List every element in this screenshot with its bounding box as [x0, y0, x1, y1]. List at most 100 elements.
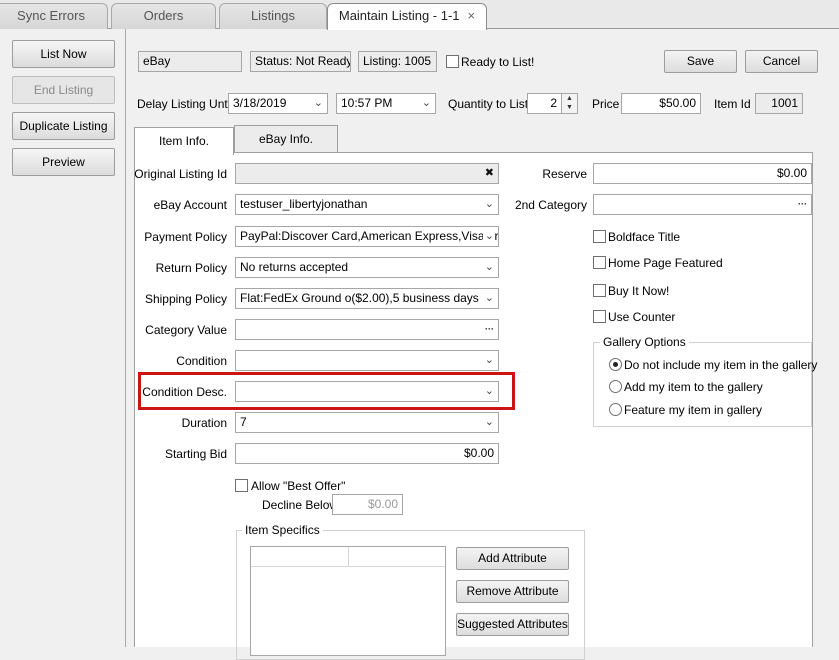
tab-ebay-info[interactable]: eBay Info.: [234, 125, 338, 152]
starting-bid-label: Starting Bid: [164, 447, 227, 461]
tab-label: Sync Errors: [17, 8, 85, 23]
condition-label: Condition: [176, 354, 227, 368]
delay-time-picker[interactable]: 10:57 PM ⌄: [336, 93, 436, 114]
column-divider: [348, 547, 349, 567]
duplicate-listing-button[interactable]: Duplicate Listing: [12, 112, 115, 140]
buy-it-now-checkbox[interactable]: [593, 284, 606, 297]
delay-time-value: 10:57 PM: [341, 96, 393, 110]
stepper-down-icon[interactable]: ▼: [562, 103, 577, 112]
tab-label: Orders: [143, 8, 184, 23]
decline-below-label: Decline Below: [262, 498, 339, 512]
return-policy-select[interactable]: No returns accepted ⌄: [235, 257, 499, 278]
tab-label: Listings: [250, 8, 296, 23]
save-button[interactable]: Save: [664, 50, 737, 73]
chevron-down-icon: ⌄: [421, 97, 431, 109]
second-category-field[interactable]: ···: [593, 194, 812, 215]
reserve-label: Reserve: [542, 167, 587, 181]
gallery-options-title: Gallery Options: [600, 335, 689, 349]
chevron-down-icon: ⌄: [484, 416, 494, 428]
allow-best-offer-label: Allow "Best Offer": [251, 479, 346, 493]
item-id-field: 1001: [755, 93, 803, 114]
payment-policy-label: Payment Policy: [144, 230, 227, 244]
duration-label: Duration: [181, 416, 227, 430]
highlight-box: [138, 372, 515, 410]
ellipsis-icon[interactable]: ···: [485, 320, 494, 339]
ebay-account-value: testuser_libertyjonathan: [240, 197, 368, 211]
listing-number-field: Listing: 1005: [358, 51, 437, 72]
status-field: Status: Not Ready: [250, 51, 351, 72]
return-policy-label: Return Policy: [155, 261, 227, 275]
item-specifics-table[interactable]: [250, 546, 446, 656]
tab-strip: Sync Errors Orders Listings Maintain Lis…: [0, 0, 839, 30]
gallery-radio-none[interactable]: [609, 358, 622, 371]
starting-bid-field[interactable]: $0.00: [235, 443, 499, 464]
buy-it-now-label: Buy It Now!: [608, 284, 670, 298]
channel-field: eBay: [138, 51, 242, 72]
original-listing-id-field[interactable]: ✖: [235, 163, 499, 184]
shipping-policy-label: Shipping Policy: [144, 292, 227, 306]
list-now-button[interactable]: List Now: [12, 40, 115, 68]
allow-best-offer-checkbox[interactable]: [235, 479, 248, 492]
item-id-label: Item Id: [714, 97, 751, 111]
ebay-account-label: eBay Account: [153, 198, 227, 212]
preview-button[interactable]: Preview: [12, 148, 115, 176]
ellipsis-icon[interactable]: ···: [798, 195, 807, 214]
quantity-label: Quantity to List: [448, 97, 529, 111]
price-label: Price: [592, 97, 620, 111]
original-listing-id-label: Original Listing Id: [134, 167, 227, 181]
close-icon[interactable]: ×: [468, 8, 476, 23]
chevron-down-icon: ⌄: [482, 227, 494, 246]
decline-below-field[interactable]: $0.00: [332, 494, 403, 515]
tab-item-info[interactable]: Item Info.: [134, 127, 234, 155]
cancel-button[interactable]: Cancel: [745, 50, 818, 73]
ready-to-list-checkbox[interactable]: [446, 55, 459, 68]
action-pane: List Now End Listing Duplicate Listing P…: [0, 29, 126, 647]
stepper-up-icon[interactable]: ▲: [562, 94, 577, 103]
duration-value: 7: [240, 415, 247, 429]
gallery-option-label: Add my item to the gallery: [624, 380, 763, 394]
tab-listings[interactable]: Listings: [219, 3, 327, 29]
price-field[interactable]: $50.00: [621, 93, 701, 114]
home-page-featured-checkbox[interactable]: [593, 256, 606, 269]
quantity-value: 2: [550, 96, 557, 110]
stepper-buttons[interactable]: ▲ ▼: [561, 94, 577, 113]
return-policy-value: No returns accepted: [240, 260, 349, 274]
use-counter-label: Use Counter: [608, 310, 676, 324]
chevron-down-icon: ⌄: [484, 354, 494, 366]
tab-label: Maintain Listing - 1-1: [338, 8, 460, 23]
use-counter-checkbox[interactable]: [593, 310, 606, 323]
second-category-label: 2nd Category: [514, 198, 587, 212]
boldface-title-checkbox[interactable]: [593, 230, 606, 243]
boldface-title-label: Boldface Title: [608, 230, 681, 244]
shipping-policy-value: Flat:FedEx Ground o($2.00),5 business da…: [240, 291, 479, 305]
delay-listing-label: Delay Listing Until: [137, 97, 234, 111]
chevron-down-icon: ⌄: [482, 289, 494, 308]
category-value-label: Category Value: [145, 323, 227, 337]
gallery-radio-add[interactable]: [609, 380, 622, 393]
category-value-field[interactable]: ···: [235, 319, 499, 340]
item-specifics-title: Item Specifics: [242, 523, 323, 537]
chevron-down-icon: ⌄: [313, 97, 323, 109]
payment-policy-value: PayPal:Discover Card,American Express,Vi…: [240, 229, 499, 243]
home-page-featured-label: Home Page Featured: [608, 256, 723, 270]
duration-select[interactable]: 7 ⌄: [235, 412, 499, 433]
delay-date-value: 3/18/2019: [233, 96, 287, 110]
reserve-field[interactable]: $0.00: [593, 163, 812, 184]
gallery-option-label: Do not include my item in the gallery: [624, 358, 818, 372]
ready-to-list-label: Ready to List!: [461, 55, 535, 69]
payment-policy-select[interactable]: PayPal:Discover Card,American Express,Vi…: [235, 226, 499, 247]
shipping-policy-select[interactable]: Flat:FedEx Ground o($2.00),5 business da…: [235, 288, 499, 309]
ebay-account-select[interactable]: testuser_libertyjonathan ⌄: [235, 194, 499, 215]
end-listing-button[interactable]: End Listing: [12, 76, 115, 104]
gallery-option-label: Feature my item in gallery: [624, 403, 763, 417]
tab-sync-errors[interactable]: Sync Errors: [0, 3, 108, 29]
chevron-down-icon: ⌄: [484, 261, 494, 273]
gallery-radio-feature[interactable]: [609, 403, 622, 416]
delay-date-picker[interactable]: 3/18/2019 ⌄: [228, 93, 328, 114]
tab-orders[interactable]: Orders: [111, 3, 216, 29]
suggested-attributes-button[interactable]: Suggested Attributes: [456, 613, 569, 636]
condition-select[interactable]: ⌄: [235, 350, 499, 371]
add-attribute-button[interactable]: Add Attribute: [456, 547, 569, 570]
remove-attribute-button[interactable]: Remove Attribute: [456, 580, 569, 603]
tab-maintain-listing[interactable]: Maintain Listing - 1-1 ×: [327, 3, 487, 30]
